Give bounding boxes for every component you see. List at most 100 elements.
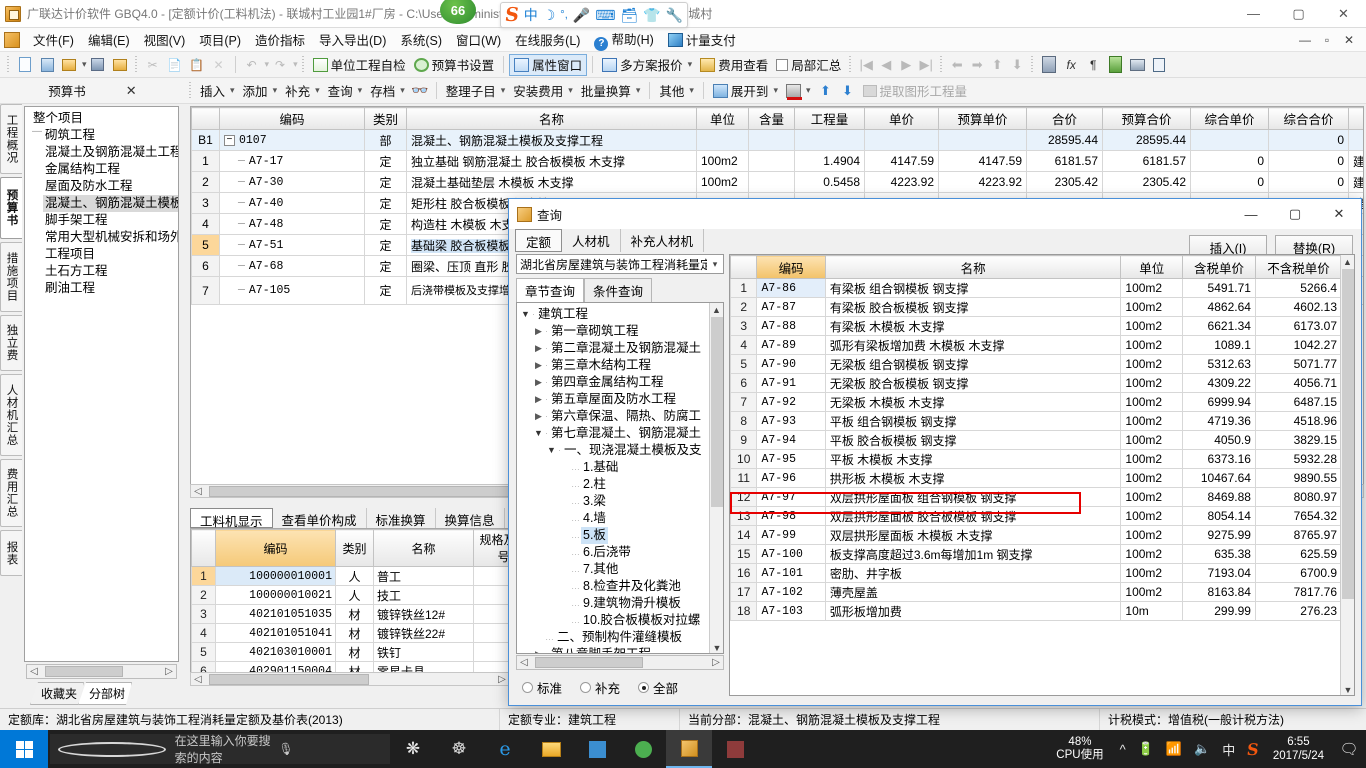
table-row[interactable]: 9 A7-94 平板 胶合板模板 钢支撑 100m2 4050.9 3829.15 (730, 430, 1343, 450)
table-row[interactable]: 4 A7-89 弧形有梁板增加费 木模板 木支撑 100m2 1089.1 1042.27 (730, 335, 1343, 355)
ime-keyboard-icon[interactable]: ⌨ (595, 8, 615, 22)
radio-standard[interactable]: 标准 (522, 678, 562, 697)
query-results-grid[interactable]: 编码 名称 单位 含税单价 不含税单价 1 A7-86 有梁板 组合钢模板 钢支撑 1… (729, 254, 1355, 696)
list-item[interactable]: 1 100000010001 人 普工 (191, 566, 509, 586)
open-file-icon[interactable] (58, 54, 80, 75)
multi-scheme-dropdown-arrow-icon[interactable]: ▾ (688, 59, 693, 70)
table-row[interactable]: 2 A7-87 有梁板 胶合板模板 钢支撑 100m2 4862.64 4602.13 (730, 297, 1343, 317)
ime-toolbox-icon[interactable]: 🗃 (620, 8, 638, 22)
chapter-node-ch1[interactable]: ▶ · 第一章砌筑工程 (519, 323, 723, 340)
sidebar-item-project-overview[interactable]: 工程概况 (0, 104, 22, 174)
add-button[interactable]: 添加 ▾ (239, 80, 282, 102)
chapter-node-other[interactable]: … 7.其他 (519, 561, 723, 578)
ime-skin-icon[interactable]: 👕 (643, 8, 660, 22)
other-button[interactable]: 其他 ▾ (655, 80, 698, 102)
menu-item-import-export[interactable]: 导入导出(D) (312, 28, 393, 51)
taskbar-app-explorer[interactable] (528, 730, 574, 768)
cell-code[interactable]: A7-93 (756, 411, 826, 431)
sidebar-item-budget-book[interactable]: 预算书 (0, 177, 22, 239)
query-dialog[interactable]: 查询 — ▢ ✕ 定额 人材机 补充人材机 插入(I) 替换(R) 湖北省房屋建… (508, 198, 1362, 706)
book-icon[interactable] (1104, 54, 1126, 75)
sidebar-item-reports[interactable]: 报表 (0, 530, 22, 576)
results-header-name[interactable]: 名称 (824, 255, 1122, 279)
toolbar-grip-2[interactable] (133, 56, 139, 73)
toolbar-grip-3[interactable] (300, 56, 306, 73)
cell-name[interactable]: 无梁板 木模板 木支撑 (824, 392, 1122, 412)
chapter-node-sec1[interactable]: ▼ · 一、现浇混凝土模板及支 (519, 442, 723, 459)
tab-standard-conversion[interactable]: 标准换算 (367, 508, 436, 528)
grid-header-category[interactable]: 类别 (364, 107, 407, 130)
ime-microphone-icon[interactable]: 🎤 (573, 8, 590, 22)
action-center-icon[interactable]: 🗨 (1332, 730, 1366, 768)
dialog-minimize-button[interactable]: — (1229, 199, 1273, 229)
multi-scheme-quote-button[interactable]: 多方案报价 ▾ (598, 54, 696, 76)
chapter-node-ch6[interactable]: ▶ · 第六章保温、隔热、防腐工 (519, 408, 723, 425)
tab-section-tree[interactable]: 分部树 (78, 682, 132, 705)
batch-convert-dropdown-arrow-icon[interactable]: ▾ (636, 85, 641, 96)
chapter-node-sec2[interactable]: … 二、预制构件灌缝模板 (519, 629, 723, 646)
nav-last-icon[interactable]: ▶| (916, 57, 936, 73)
taskbar-app-browser[interactable] (620, 730, 666, 768)
tree-item-scaffolding[interactable]: 脚手架工程 (43, 212, 178, 229)
list-item[interactable]: 3 402101051035 材 镀锌铁丝12# (191, 604, 509, 624)
new-file-icon[interactable] (14, 54, 36, 75)
insert-button[interactable]: 插入 ▾ (196, 80, 239, 102)
installation-fee-button[interactable]: 安装费用 ▾ (509, 80, 577, 102)
table-row[interactable]: 11 A7-96 拱形板 木模板 木支撑 100m2 10467.64 9890.55 (730, 468, 1343, 488)
microphone-icon[interactable]: 🎙 (278, 742, 382, 756)
radio-all[interactable]: 全部 (638, 678, 678, 697)
taskbar-app-gbq[interactable] (666, 730, 712, 768)
dialog-close-button[interactable]: ✕ (1317, 199, 1361, 229)
nav-first-icon[interactable]: |◀ (856, 57, 876, 73)
tree-item-metal-structure[interactable]: 金属结构工程 (43, 161, 178, 178)
table-row[interactable]: 5 A7-90 无梁板 组合钢模板 钢支撑 100m2 5312.63 5071.77 (730, 354, 1343, 374)
window-close-button[interactable]: ✕ (1321, 0, 1366, 28)
cell-name[interactable]: 独立基础 钢筋混凝土 胶合板模板 木支撑 (406, 150, 697, 172)
results-header-taxed-price[interactable]: 含税单价 (1182, 255, 1256, 279)
cell-name[interactable]: 混凝土基础垫层 木模板 木支撑 (406, 171, 697, 193)
chapter-tree-hscrollbar[interactable]: ◁ ▷ (516, 655, 724, 670)
scroll-down-icon[interactable]: ▼ (710, 641, 723, 653)
cell-name[interactable]: 平板 胶合板模板 钢支撑 (824, 430, 1122, 450)
cell-code[interactable]: 100000010001 (215, 566, 336, 586)
move-left-icon[interactable]: ⬅ (947, 57, 967, 73)
cell-code[interactable]: 402101051035 (215, 604, 336, 624)
detail-header-category[interactable]: 类别 (335, 529, 374, 567)
mdi-minimize-button[interactable]: — (1294, 31, 1316, 49)
taskbar-app-store[interactable] (574, 730, 620, 768)
menu-item-window[interactable]: 窗口(W) (449, 28, 508, 51)
menu-item-measure-payment[interactable]: 计量支付 (661, 28, 743, 51)
tab-favorites[interactable]: 收藏夹 (30, 682, 84, 705)
cell-name[interactable]: 双层拱形屋面板 组合钢模板 钢支撑 (824, 487, 1122, 507)
dialog-maximize-button[interactable]: ▢ (1273, 199, 1317, 229)
sidebar-item-labor-material-summary[interactable]: 人材机汇总 (0, 374, 22, 456)
tree-item-machinery[interactable]: 常用大型机械安拆和场外运输 (43, 229, 178, 246)
paragraph-mark-icon[interactable]: ¶ (1082, 54, 1104, 75)
ime-mode-icon[interactable]: 中 (524, 8, 538, 22)
calculator-icon[interactable] (1038, 54, 1060, 75)
detail-header-spec[interactable]: 规格及型号 (473, 529, 509, 567)
cell-name[interactable]: 拱形板 木模板 木支撑 (824, 468, 1122, 488)
chevron-down-icon[interactable]: ▼ (545, 442, 558, 459)
cell-name[interactable]: 薄壳屋盖 (824, 582, 1122, 602)
grid-header-content[interactable]: 含量 (748, 107, 795, 130)
cell-code[interactable]: ─ A7-48 (219, 213, 365, 235)
cell-code[interactable]: ─ A7-105 (219, 276, 365, 305)
tree-item-masonry[interactable]: 砌筑工程 (43, 127, 178, 144)
cell-code[interactable]: A7-86 (756, 278, 826, 298)
toolbar-grip-5[interactable] (939, 56, 945, 73)
chapter-node-ch8[interactable]: ▶ · 第八章脚手架工程 (519, 646, 723, 653)
cell-code[interactable]: 100000010021 (215, 585, 336, 605)
cell-name[interactable]: 平板 组合钢模板 钢支撑 (824, 411, 1122, 431)
taskbar-app-sogou[interactable]: ❋ (390, 730, 436, 768)
cell-name[interactable]: 无梁板 胶合板模板 钢支撑 (824, 373, 1122, 393)
table-row[interactable]: 14 A7-99 双层拱形屋面板 木模板 木支撑 100m2 9275.99 8765.9… (730, 525, 1343, 545)
chapter-node-ch3[interactable]: ▶ · 第三章木结构工程 (519, 357, 723, 374)
cpu-usage-indicator[interactable]: 48% CPU使用 (1046, 736, 1113, 762)
wifi-icon[interactable]: 📶 (1160, 730, 1188, 768)
save-icon[interactable] (87, 54, 109, 75)
cell-code[interactable]: 402103010001 (215, 642, 336, 662)
show-hidden-icons-button[interactable]: ^ (1114, 730, 1132, 768)
mdi-restore-button[interactable]: ▫ (1316, 31, 1338, 49)
menu-item-project[interactable]: 项目(P) (192, 28, 248, 51)
